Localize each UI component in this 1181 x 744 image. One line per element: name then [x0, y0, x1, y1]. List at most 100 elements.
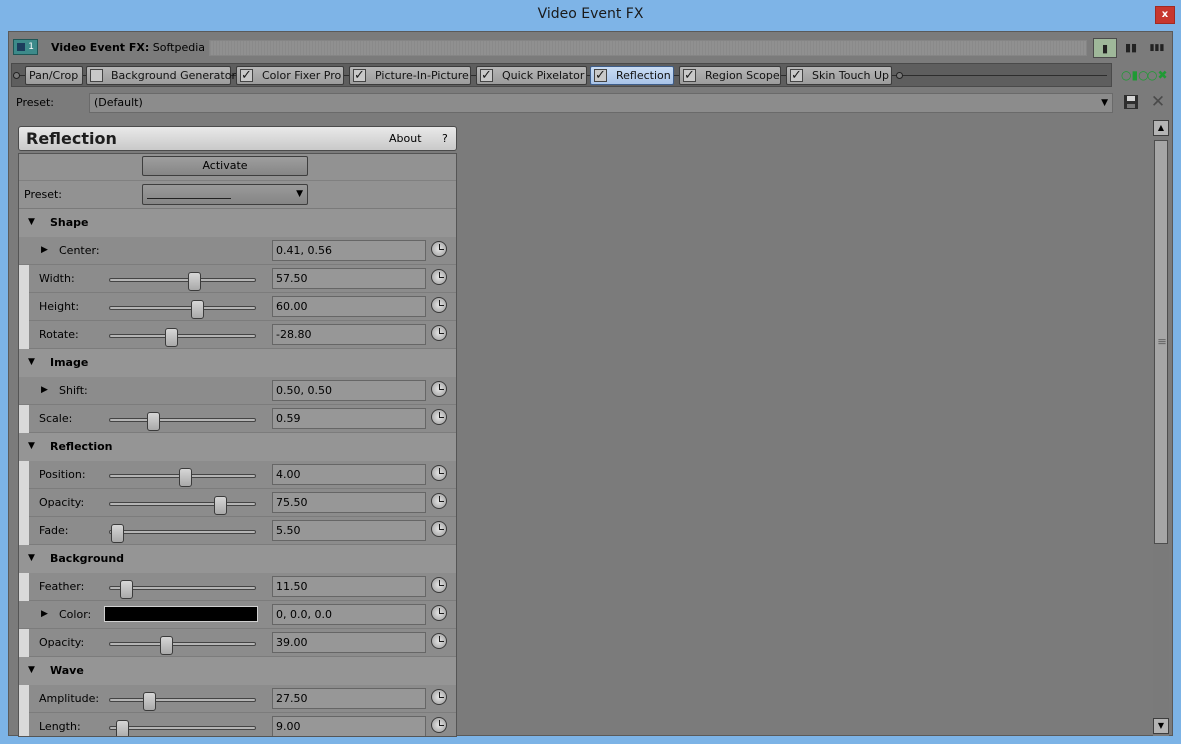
- stopwatch-icon[interactable]: [431, 633, 447, 649]
- checkbox-icon[interactable]: [90, 69, 103, 82]
- stopwatch-icon[interactable]: [431, 297, 447, 313]
- feather-value-field[interactable]: 11.50: [272, 576, 426, 597]
- checkbox-checked-icon[interactable]: [353, 67, 366, 84]
- remove-plugin-icon[interactable]: ○✖: [1147, 65, 1168, 85]
- plugin-tab-region-scope[interactable]: Region Scope: [679, 66, 781, 85]
- checkbox-checked-icon[interactable]: [683, 67, 696, 84]
- length-slider-track[interactable]: [109, 726, 256, 730]
- opacity-slider-track[interactable]: [109, 502, 256, 506]
- scale-slider-track[interactable]: [109, 418, 256, 422]
- plugin-tab-quick-pixelator[interactable]: Quick Pixelator: [476, 66, 587, 85]
- section-image[interactable]: ▼ Image: [19, 349, 456, 377]
- plugin-tab-color-fixer-pro[interactable]: Color Fixer Pro: [236, 66, 344, 85]
- amplitude-value-field[interactable]: 27.50: [272, 688, 426, 709]
- plugin-tab-pan-crop[interactable]: Pan/Crop: [25, 66, 83, 85]
- plugin-tab-label: Pan/Crop: [29, 69, 79, 82]
- scroll-down-icon[interactable]: ▼: [1153, 718, 1169, 734]
- height-slider-track[interactable]: [109, 306, 256, 310]
- checkbox-checked-icon[interactable]: [790, 67, 803, 84]
- fade-value-field[interactable]: 5.50: [272, 520, 426, 541]
- insert-plugin-icon[interactable]: ○▮○: [1121, 65, 1149, 85]
- color-swatch[interactable]: [104, 606, 258, 622]
- collapse-triangle-icon[interactable]: ▼: [28, 441, 35, 451]
- stopwatch-icon[interactable]: [431, 521, 447, 537]
- width-value-field[interactable]: 57.50: [272, 268, 426, 289]
- collapse-triangle-icon[interactable]: ▼: [28, 553, 35, 563]
- stopwatch-icon[interactable]: [431, 689, 447, 705]
- param-label: Position:: [39, 468, 86, 481]
- amplitude-slider-track[interactable]: [109, 698, 256, 702]
- param-label: Opacity:: [39, 496, 85, 509]
- checkbox-checked-icon[interactable]: [240, 67, 253, 84]
- position-slider-thumb[interactable]: [179, 468, 193, 487]
- param-center: ▶ Center: 0.41, 0.56: [19, 237, 456, 265]
- opacity-value-field[interactable]: 75.50: [272, 492, 426, 513]
- collapse-triangle-icon[interactable]: ▼: [28, 357, 35, 367]
- delete-icon[interactable]: ✕: [1149, 92, 1167, 112]
- length-value-field[interactable]: 9.00: [272, 716, 426, 736]
- scrollbar-thumb[interactable]: — — —: [1154, 140, 1168, 544]
- panel-preset-dropdown[interactable]: ▼: [142, 184, 308, 205]
- stopwatch-icon[interactable]: [431, 241, 447, 257]
- about-button[interactable]: About: [389, 132, 422, 145]
- rotate-value-field[interactable]: -28.80: [272, 324, 426, 345]
- expand-triangle-icon[interactable]: ▶: [41, 245, 48, 255]
- stopwatch-icon[interactable]: [431, 465, 447, 481]
- fade-slider-track[interactable]: [109, 530, 256, 534]
- rotate-slider-thumb[interactable]: [164, 328, 178, 347]
- bg-opacity-value-field[interactable]: 39.00: [272, 632, 426, 653]
- section-shape[interactable]: ▼ Shape: [19, 209, 456, 237]
- opacity-slider-thumb[interactable]: [213, 496, 227, 515]
- fade-slider-thumb[interactable]: [111, 524, 125, 543]
- checkbox-checked-icon[interactable]: [480, 67, 493, 84]
- plugin-title: Reflection: [26, 129, 117, 148]
- collapse-triangle-icon[interactable]: ▼: [28, 217, 35, 227]
- two-column-view-icon[interactable]: ▮▮: [1119, 38, 1143, 58]
- stopwatch-icon[interactable]: [431, 269, 447, 285]
- three-column-view-icon[interactable]: ▮▮▮: [1145, 38, 1169, 58]
- expand-triangle-icon[interactable]: ▶: [41, 609, 48, 619]
- plugin-tab-reflection[interactable]: Reflection: [590, 66, 674, 85]
- save-icon[interactable]: [1123, 94, 1139, 110]
- scale-value-field[interactable]: 0.59: [272, 408, 426, 429]
- checkbox-checked-icon[interactable]: [594, 67, 607, 84]
- scroll-up-icon[interactable]: ▲: [1153, 120, 1169, 136]
- stopwatch-icon[interactable]: [431, 717, 447, 733]
- rotate-slider-track[interactable]: [109, 334, 256, 338]
- collapse-triangle-icon[interactable]: ▼: [28, 665, 35, 675]
- shift-value-field[interactable]: 0.50, 0.50: [272, 380, 426, 401]
- color-value-field[interactable]: 0, 0.0, 0.0: [272, 604, 426, 625]
- stopwatch-icon[interactable]: [431, 493, 447, 509]
- height-value-field[interactable]: 60.00: [272, 296, 426, 317]
- length-slider-thumb[interactable]: [116, 720, 130, 736]
- vertical-scrollbar[interactable]: ▲ — — — ▼: [1153, 120, 1169, 736]
- help-button[interactable]: ?: [442, 132, 448, 145]
- expand-triangle-icon[interactable]: ▶: [41, 385, 48, 395]
- preset-dropdown[interactable]: (Default) ▼: [89, 93, 1113, 113]
- stopwatch-icon[interactable]: [431, 577, 447, 593]
- scale-slider-thumb[interactable]: [147, 412, 161, 431]
- section-wave[interactable]: ▼ Wave: [19, 657, 456, 685]
- activate-button[interactable]: Activate: [142, 156, 308, 176]
- center-value-field[interactable]: 0.41, 0.56: [272, 240, 426, 261]
- section-background[interactable]: ▼ Background: [19, 545, 456, 573]
- feather-slider-thumb[interactable]: [119, 580, 133, 599]
- main-area: Reflection About ? Activate Preset: ▼ ▼ …: [9, 118, 1174, 737]
- plugin-tab-picture-in-picture[interactable]: Picture-In-Picture: [349, 66, 471, 85]
- stopwatch-icon[interactable]: [431, 409, 447, 425]
- section-reflection[interactable]: ▼ Reflection: [19, 433, 456, 461]
- plugin-tab-skin-touch-up[interactable]: Skin Touch Up: [786, 66, 892, 85]
- stopwatch-icon[interactable]: [431, 325, 447, 341]
- bg-opacity-slider-track[interactable]: [109, 642, 256, 646]
- position-value-field[interactable]: 4.00: [272, 464, 426, 485]
- height-slider-thumb[interactable]: [191, 300, 205, 319]
- stopwatch-icon[interactable]: [431, 381, 447, 397]
- close-button[interactable]: x: [1155, 6, 1175, 24]
- plugin-tab-background-generator[interactable]: Background Generator: [86, 66, 236, 85]
- bg-opacity-slider-thumb[interactable]: [160, 636, 174, 655]
- stopwatch-icon[interactable]: [431, 605, 447, 621]
- width-slider-track[interactable]: [109, 278, 256, 282]
- single-column-view-icon[interactable]: ▮: [1093, 38, 1117, 58]
- amplitude-slider-thumb[interactable]: [143, 692, 157, 711]
- width-slider-thumb[interactable]: [187, 272, 201, 291]
